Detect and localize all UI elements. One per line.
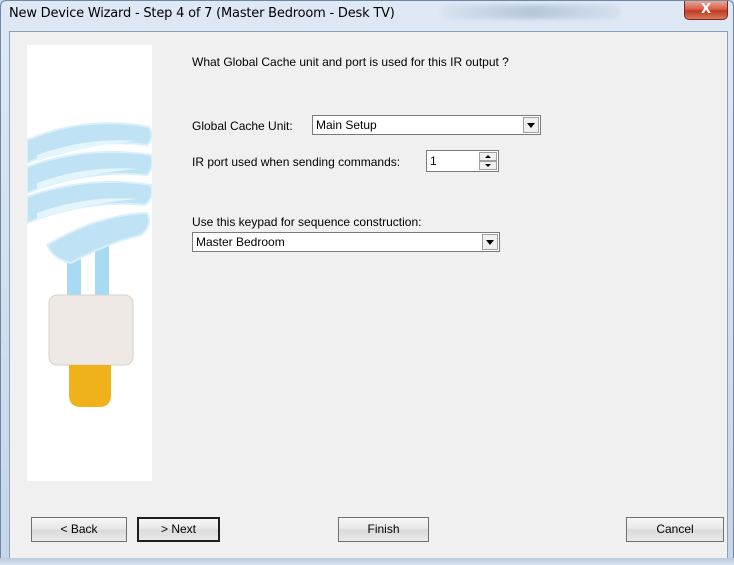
wizard-question: What Global Cache unit and port is used … (192, 55, 509, 69)
wizard-body: What Global Cache unit and port is used … (9, 31, 728, 559)
back-button[interactable]: < Back (31, 517, 127, 542)
ir-port-value: 1 (430, 154, 437, 168)
keypad-label: Use this keypad for sequence constructio… (192, 215, 422, 229)
ir-port-label: IR port used when sending commands: (192, 155, 401, 169)
spin-up-icon[interactable] (479, 152, 497, 161)
keypad-value: Master Bedroom (196, 235, 285, 249)
finish-button[interactable]: Finish (338, 517, 429, 542)
window-title: New Device Wizard - Step 4 of 7 (Master … (9, 6, 395, 21)
blurred-background-title (441, 5, 621, 19)
title-bar[interactable]: New Device Wizard - Step 4 of 7 (Master … (1, 1, 733, 27)
spin-buttons (479, 152, 497, 170)
gc-unit-label: Global Cache Unit: (192, 119, 293, 133)
spin-down-icon[interactable] (479, 161, 497, 170)
close-button[interactable]: X (684, 1, 728, 20)
window-bottom-edge (0, 558, 734, 565)
cancel-button[interactable]: Cancel (626, 517, 724, 542)
next-button[interactable]: > Next (137, 517, 220, 542)
keypad-select[interactable]: Master Bedroom (192, 232, 500, 252)
light-bulb-icon (26, 122, 154, 407)
side-image-panel (26, 45, 154, 481)
chevron-down-icon[interactable] (523, 117, 539, 133)
wizard-window: New Device Wizard - Step 4 of 7 (Master … (0, 0, 734, 565)
gc-unit-value: Main Setup (316, 118, 377, 132)
ir-port-stepper[interactable]: 1 (426, 150, 499, 172)
gc-unit-select[interactable]: Main Setup (312, 115, 541, 135)
chevron-down-icon[interactable] (482, 234, 498, 250)
